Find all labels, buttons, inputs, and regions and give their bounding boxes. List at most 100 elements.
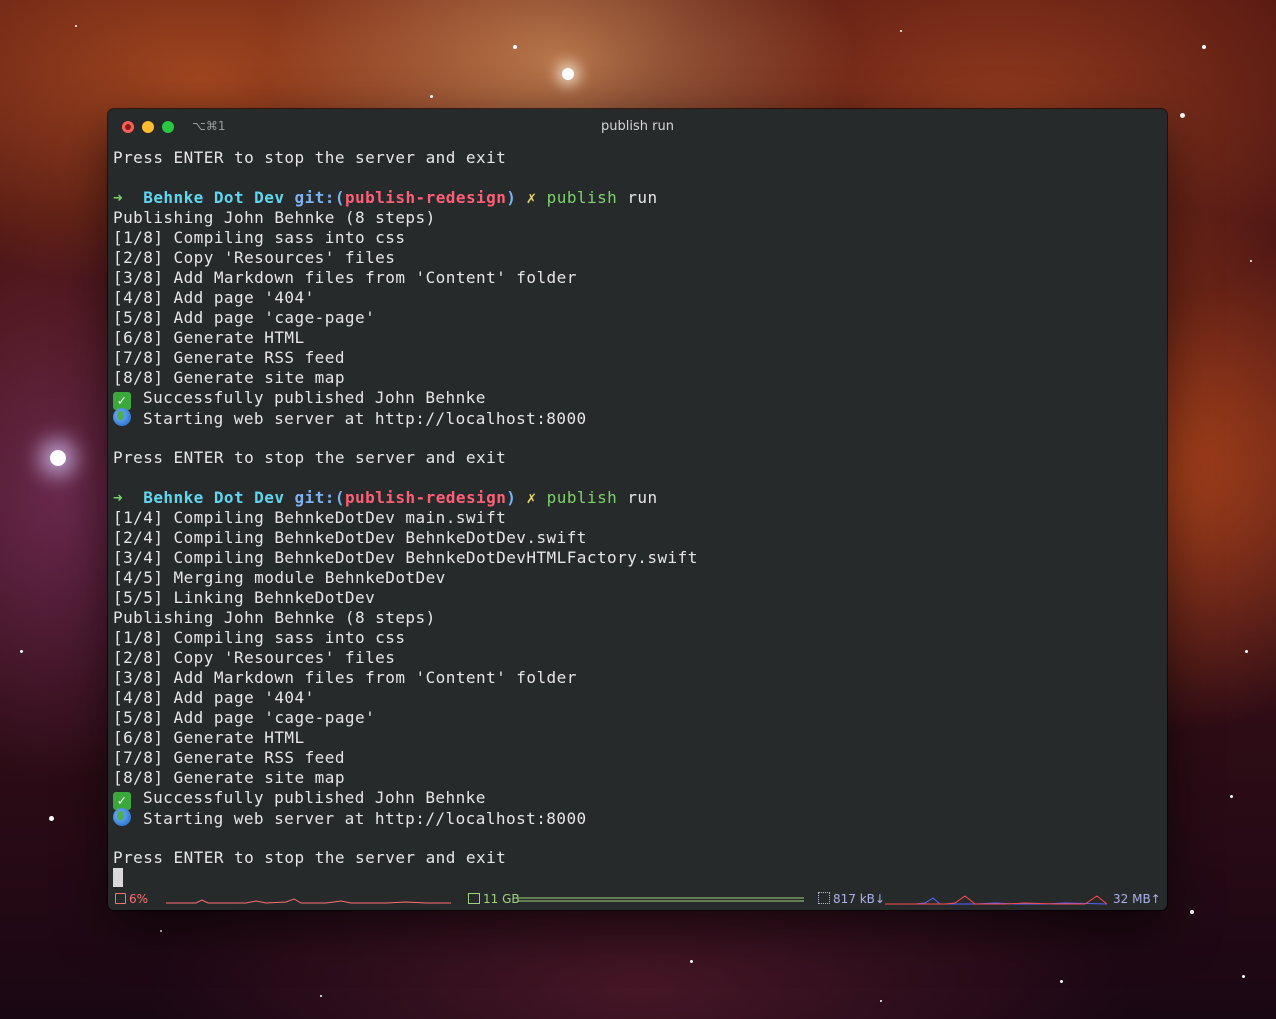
globe-icon <box>113 808 131 826</box>
output-line: [7/8] Generate RSS feed <box>113 348 1162 368</box>
memory-icon <box>468 893 480 904</box>
star <box>49 816 54 821</box>
output-text: [1/8] Compiling sass into css <box>113 228 406 247</box>
cursor-line <box>113 868 1162 888</box>
output-text: [5/8] Add page 'cage-page' <box>113 308 376 327</box>
output-line: [2/4] Compiling BehnkeDotDev BehnkeDotDe… <box>113 528 1162 548</box>
output-text: Starting web server at http://localhost:… <box>143 809 587 828</box>
output-text: [7/8] Generate RSS feed <box>113 348 345 367</box>
star <box>320 995 322 997</box>
memory-sparkline <box>518 897 804 902</box>
terminal-output[interactable]: Press ENTER to stop the server and exit ➜… <box>113 148 1162 888</box>
output-text: Publishing John Behnke (8 steps) <box>113 608 436 627</box>
output-line: Press ENTER to stop the server and exit <box>113 148 1162 168</box>
output-line: [1/4] Compiling BehnkeDotDev main.swift <box>113 508 1162 528</box>
network-up-value: 32 MB↑ <box>1113 892 1161 906</box>
text-cursor <box>113 868 123 887</box>
cpu-sparkline <box>166 898 451 904</box>
prompt-directory: Behnke Dot Dev <box>143 188 285 207</box>
output-line: [8/8] Generate site map <box>113 368 1162 388</box>
output-line: [3/8] Add Markdown files from 'Content' … <box>113 268 1162 288</box>
output-text: [4/8] Add page '404' <box>113 688 315 707</box>
star <box>1242 975 1245 978</box>
output-text: [1/8] Compiling sass into css <box>113 628 406 647</box>
output-text: Press ENTER to stop the server and exit <box>113 848 507 867</box>
prompt-directory: Behnke Dot Dev <box>143 488 285 507</box>
output-text: [2/4] Compiling BehnkeDotDev BehnkeDotDe… <box>113 528 587 547</box>
output-line: [2/8] Copy 'Resources' files <box>113 648 1162 668</box>
command-name: publish <box>546 188 618 207</box>
output-text: [5/5] Linking BehnkeDotDev <box>113 588 376 607</box>
star <box>513 45 517 49</box>
star <box>160 930 162 932</box>
output-line: Press ENTER to stop the server and exit <box>113 848 1162 868</box>
star <box>1202 45 1206 49</box>
star <box>562 68 574 80</box>
prompt-arrow-icon: ➜ <box>113 188 124 207</box>
network-down-value: 817 kB↓ <box>833 892 885 906</box>
memory-stat: 11 GB <box>468 892 520 906</box>
terminal-window[interactable]: ⌥⌘1 publish run Press ENTER to stop the … <box>108 109 1167 910</box>
network-sparkline <box>885 895 1107 905</box>
star <box>690 960 693 963</box>
output-line: [6/8] Generate HTML <box>113 728 1162 748</box>
server-line: Starting web server at http://localhost:… <box>113 408 1162 428</box>
star <box>1060 980 1063 983</box>
title-bar[interactable]: ⌥⌘1 publish run <box>108 109 1167 145</box>
star <box>1250 260 1252 262</box>
cpu-icon <box>115 893 126 904</box>
output-text: [2/8] Copy 'Resources' files <box>113 248 396 267</box>
server-line: Starting web server at http://localhost:… <box>113 808 1162 828</box>
output-text: Press ENTER to stop the server and exit <box>113 448 507 467</box>
network-up-stat: 32 MB↑ <box>1113 892 1161 906</box>
star <box>1180 113 1185 118</box>
output-line: [2/8] Copy 'Resources' files <box>113 248 1162 268</box>
output-text: Starting web server at http://localhost:… <box>143 409 587 428</box>
output-text: [2/8] Copy 'Resources' files <box>113 648 396 667</box>
network-down-stat: 817 kB↓ <box>818 892 885 906</box>
star <box>880 1000 882 1002</box>
cpu-stat: 6% <box>115 892 148 906</box>
output-text: Successfully published John Behnke <box>143 388 486 407</box>
prompt-git-label: git:( <box>294 488 345 507</box>
output-text: [7/8] Generate RSS feed <box>113 748 345 767</box>
command-args: run <box>617 488 658 507</box>
output-text: [6/8] Generate HTML <box>113 328 305 347</box>
output-line: [6/8] Generate HTML <box>113 328 1162 348</box>
command-name: publish <box>546 488 618 507</box>
prompt-git-branch: publish-redesign <box>344 188 507 207</box>
output-line: [7/8] Generate RSS feed <box>113 748 1162 768</box>
prompt-arrow-icon: ➜ <box>113 488 124 507</box>
shell-prompt-line: ➜ Behnke Dot Dev git:(publish-redesign) … <box>113 488 1162 508</box>
star <box>1230 795 1233 798</box>
star <box>1245 650 1248 653</box>
window-title: publish run <box>601 119 674 134</box>
status-bar: 6% 11 GB 817 kB↓ 32 MB↑ <box>108 888 1167 910</box>
shell-prompt-line: ➜ Behnke Dot Dev git:(publish-redesign) … <box>113 188 1162 208</box>
prompt-git-branch: publish-redesign <box>344 488 507 507</box>
output-line: Publishing John Behnke (8 steps) <box>113 208 1162 228</box>
output-line: [1/8] Compiling sass into css <box>113 628 1162 648</box>
memory-value: 11 GB <box>483 892 520 906</box>
output-line: Press ENTER to stop the server and exit <box>113 448 1162 468</box>
output-line: [5/8] Add page 'cage-page' <box>113 708 1162 728</box>
prompt-git-close: ) <box>506 488 517 507</box>
success-line: ✓ Successfully published John Behnke <box>113 788 1162 810</box>
globe-icon <box>113 408 131 426</box>
output-line: [5/8] Add page 'cage-page' <box>113 308 1162 328</box>
output-text: [4/5] Merging module BehnkeDotDev <box>113 568 446 587</box>
output-text: [8/8] Generate site map <box>113 768 345 787</box>
output-text: Press ENTER to stop the server and exit <box>113 148 507 167</box>
output-line: [4/8] Add page '404' <box>113 688 1162 708</box>
success-line: ✓ Successfully published John Behnke <box>113 388 1162 410</box>
star <box>430 95 433 98</box>
output-line: [4/8] Add page '404' <box>113 288 1162 308</box>
prompt-dirty-icon: ✗ <box>526 188 537 207</box>
output-text: [8/8] Generate site map <box>113 368 345 387</box>
star <box>900 30 902 32</box>
output-text: [3/4] Compiling BehnkeDotDev BehnkeDotDe… <box>113 548 698 567</box>
network-icon <box>818 892 830 904</box>
output-text: [5/8] Add page 'cage-page' <box>113 708 376 727</box>
